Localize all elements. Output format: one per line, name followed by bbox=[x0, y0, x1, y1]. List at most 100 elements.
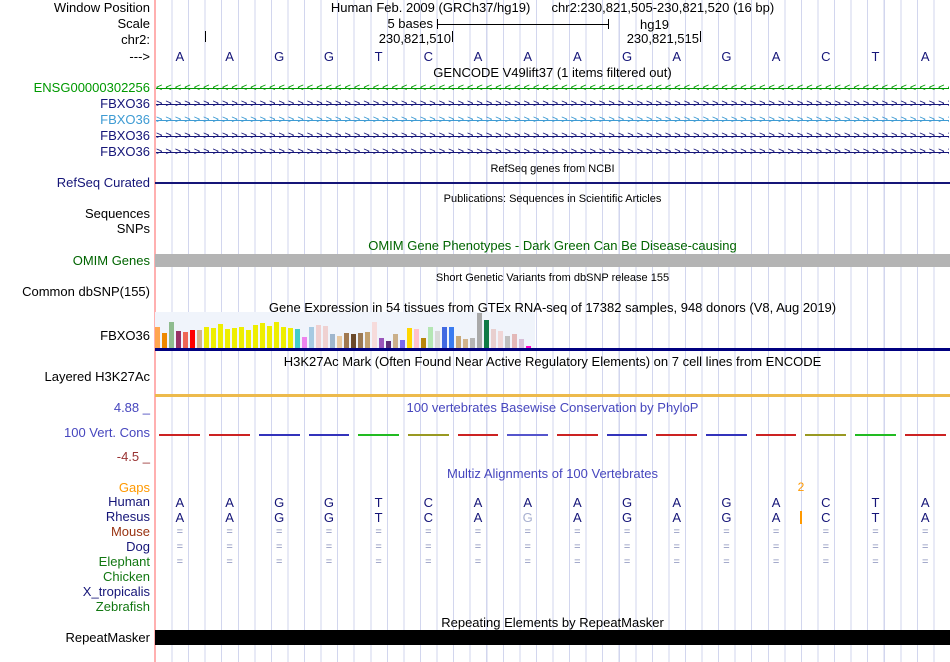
gtex-expression-barchart[interactable] bbox=[155, 312, 535, 348]
gene-label-fbxo36-2[interactable]: FBXO36 bbox=[100, 113, 150, 127]
gtex-tissue-bar[interactable] bbox=[246, 330, 251, 348]
gtex-tissue-bar[interactable] bbox=[491, 329, 496, 348]
gtex-tissue-bar[interactable] bbox=[190, 330, 195, 348]
gtex-tissue-bar[interactable] bbox=[197, 330, 202, 348]
gtex-tissue-bar[interactable] bbox=[337, 336, 342, 348]
gene-row-fbxo36-1[interactable]: >>>>>>>>>>>>>>>>>>>>>>>>>>>>>>>>>>>>>>>>… bbox=[156, 97, 949, 111]
conservation-cell bbox=[254, 433, 304, 437]
gtex-tissue-bar[interactable] bbox=[407, 328, 412, 348]
gene-label-fbxo36-3[interactable]: FBXO36 bbox=[100, 129, 150, 143]
gtex-tissue-bar[interactable] bbox=[386, 341, 391, 348]
multiz-zebrafish-label[interactable]: Zebrafish bbox=[96, 600, 150, 614]
multiz-gap-insert-size: 2 bbox=[797, 480, 805, 494]
repeatmasker-element-bar[interactable] bbox=[155, 630, 950, 645]
multiz-chicken-label[interactable]: Chicken bbox=[103, 570, 150, 584]
gtex-tissue-bar[interactable] bbox=[330, 334, 335, 348]
gtex-tissue-bar[interactable] bbox=[260, 323, 265, 348]
gtex-tissue-bar[interactable] bbox=[400, 340, 405, 348]
gtex-tissue-bar[interactable] bbox=[274, 322, 279, 348]
gtex-tissue-bar[interactable] bbox=[204, 327, 209, 348]
conservation-dash bbox=[556, 434, 598, 436]
conservation-wiggle[interactable] bbox=[155, 433, 950, 437]
gtex-tissue-bar[interactable] bbox=[358, 333, 363, 348]
minor-tick bbox=[205, 31, 206, 42]
gtex-tissue-bar[interactable] bbox=[365, 332, 370, 348]
multiz-elephant-row[interactable]: = = = = = = = = = = = = = = = = bbox=[155, 555, 950, 570]
unaligned-marker: = bbox=[325, 541, 333, 553]
alignment-base: C bbox=[423, 510, 433, 525]
omim-genes-label[interactable]: OMIM Genes bbox=[73, 254, 150, 268]
gtex-tissue-bar[interactable] bbox=[295, 329, 300, 348]
multiz-xtropicalis-label[interactable]: X_tropicalis bbox=[83, 585, 150, 599]
gtex-tissue-bar[interactable] bbox=[218, 324, 223, 348]
gtex-tissue-bar[interactable] bbox=[225, 329, 230, 348]
gtex-tissue-bar[interactable] bbox=[498, 331, 503, 348]
repeatmasker-label[interactable]: RepeatMasker bbox=[65, 631, 150, 645]
multiz-dog-label[interactable]: Dog bbox=[126, 540, 150, 554]
gtex-tissue-bar[interactable] bbox=[344, 333, 349, 348]
gtex-tissue-bar[interactable] bbox=[442, 327, 447, 348]
unaligned-marker: = bbox=[723, 526, 730, 538]
gtex-tissue-bar[interactable] bbox=[414, 329, 419, 348]
gtex-tissue-bar[interactable] bbox=[309, 327, 314, 348]
gtex-tissue-bar[interactable] bbox=[169, 322, 174, 348]
gtex-gene-label[interactable]: FBXO36 bbox=[100, 329, 150, 343]
gene-label-fbxo36-1[interactable]: FBXO36 bbox=[100, 97, 150, 111]
gtex-tissue-bar[interactable] bbox=[456, 336, 461, 348]
gtex-tissue-bar[interactable] bbox=[512, 334, 517, 348]
gtex-tissue-bar[interactable] bbox=[302, 337, 307, 348]
refseq-gene-bar[interactable] bbox=[155, 182, 950, 184]
gtex-tissue-bar[interactable] bbox=[176, 331, 181, 348]
conservation-label[interactable]: 100 Vert. Cons bbox=[64, 426, 150, 440]
multiz-human-label[interactable]: Human bbox=[108, 495, 150, 509]
gene-row-ensg[interactable]: <<<<<<<<<<<<<<<<<<<<<<<<<<<<<<<<<<<<<<<<… bbox=[156, 81, 949, 95]
gtex-tissue-bar[interactable] bbox=[435, 331, 440, 348]
gtex-tissue-bar[interactable] bbox=[323, 326, 328, 348]
gtex-tissue-bar[interactable] bbox=[316, 325, 321, 348]
snps-track-label[interactable]: SNPs bbox=[117, 222, 150, 236]
gene-label-ensg[interactable]: ENSG00000302256 bbox=[34, 81, 150, 95]
gtex-tissue-bar[interactable] bbox=[470, 338, 475, 348]
gtex-tissue-bar[interactable] bbox=[162, 333, 167, 348]
multiz-dog-row[interactable]: = = = = = = = = = = = = = = = = bbox=[155, 540, 950, 555]
gtex-tissue-bar[interactable] bbox=[519, 339, 524, 348]
gtex-tissue-bar[interactable] bbox=[239, 327, 244, 348]
gtex-tissue-bar[interactable] bbox=[463, 339, 468, 348]
gene-row-fbxo36-3[interactable]: >>>>>>>>>>>>>>>>>>>>>>>>>>>>>>>>>>>>>>>>… bbox=[156, 129, 949, 143]
gene-label-fbxo36-4[interactable]: FBXO36 bbox=[100, 145, 150, 159]
gtex-tissue-bar[interactable] bbox=[421, 338, 426, 348]
gtex-tissue-bar[interactable] bbox=[428, 327, 433, 348]
gtex-tissue-bar[interactable] bbox=[505, 336, 510, 348]
gtex-tissue-bar[interactable] bbox=[393, 334, 398, 348]
multiz-gaps-label[interactable]: Gaps bbox=[119, 481, 150, 495]
common-dbsnp-label[interactable]: Common dbSNP(155) bbox=[22, 285, 150, 299]
multiz-mouse-label[interactable]: Mouse bbox=[111, 525, 150, 539]
gene-row-fbxo36-2[interactable]: >>>>>>>>>>>>>>>>>>>>>>>>>>>>>>>>>>>>>>>>… bbox=[156, 113, 949, 127]
gtex-tissue-bar[interactable] bbox=[183, 332, 188, 348]
multiz-mouse-row[interactable]: = = = = = = = = = = = = = = = = bbox=[155, 525, 950, 540]
gtex-tissue-bar[interactable] bbox=[155, 327, 160, 348]
alignment-base: C bbox=[821, 495, 831, 510]
sequences-track-label[interactable]: Sequences bbox=[85, 207, 150, 221]
gtex-tissue-bar[interactable] bbox=[449, 327, 454, 348]
gtex-tissue-bar[interactable] bbox=[351, 334, 356, 348]
h3k27ac-label[interactable]: Layered H3K27Ac bbox=[44, 370, 150, 384]
multiz-human-row[interactable]: AAGGTCAAAGAGACTA bbox=[155, 495, 950, 510]
gtex-tissue-bar[interactable] bbox=[372, 322, 377, 348]
multiz-rhesus-label[interactable]: Rhesus bbox=[106, 510, 150, 524]
refseq-curated-label[interactable]: RefSeq Curated bbox=[57, 176, 150, 190]
gtex-tissue-bar[interactable] bbox=[267, 326, 272, 348]
gtex-tissue-bar[interactable] bbox=[477, 313, 482, 348]
gtex-tissue-bar[interactable] bbox=[484, 320, 489, 348]
gtex-tissue-bar[interactable] bbox=[379, 338, 384, 348]
gtex-tissue-bar[interactable] bbox=[281, 327, 286, 348]
h3k27ac-signal-line[interactable] bbox=[155, 394, 950, 397]
gtex-tissue-bar[interactable] bbox=[288, 328, 293, 348]
multiz-elephant-label[interactable]: Elephant bbox=[99, 555, 150, 569]
gtex-tissue-bar[interactable] bbox=[253, 325, 258, 348]
omim-gene-bar[interactable] bbox=[155, 254, 950, 267]
gtex-tissue-bar[interactable] bbox=[232, 328, 237, 348]
multiz-rhesus-row[interactable]: AAGGTCAGAGAGACTA bbox=[155, 510, 950, 525]
gene-row-fbxo36-4[interactable]: >>>>>>>>>>>>>>>>>>>>>>>>>>>>>>>>>>>>>>>>… bbox=[156, 145, 949, 159]
gtex-tissue-bar[interactable] bbox=[211, 328, 216, 348]
